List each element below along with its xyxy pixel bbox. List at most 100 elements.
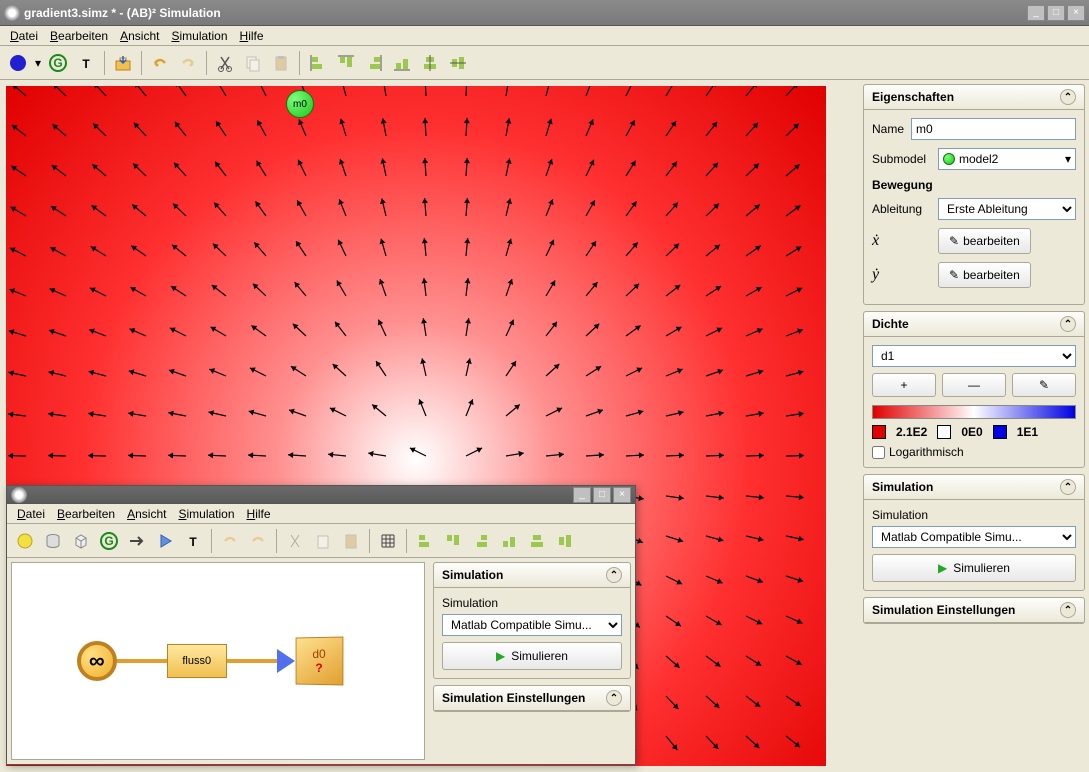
ableitung-select[interactable]: Erste Ableitung xyxy=(938,198,1076,220)
menu-datei[interactable]: Datei xyxy=(4,27,44,45)
fluss-node[interactable]: fluss0 xyxy=(167,644,227,678)
xdot-edit-button[interactable]: ✎bearbeiten xyxy=(938,228,1031,254)
menu-bearbeiten[interactable]: Bearbeiten xyxy=(44,27,114,45)
tool-center-h[interactable] xyxy=(416,49,444,77)
simulation-engine-select[interactable]: Matlab Compatible Simu... xyxy=(872,526,1076,548)
sub-tool-align-3[interactable] xyxy=(467,527,495,555)
sub-menu-hilfe[interactable]: Hilfe xyxy=(241,505,277,523)
density-plus-button[interactable]: + xyxy=(872,373,936,397)
sub-tool-play[interactable] xyxy=(151,527,179,555)
collapse-icon[interactable]: ⌃ xyxy=(1060,602,1076,618)
sub-menu-datei[interactable]: Datei xyxy=(11,505,51,523)
sub-tool-redo[interactable] xyxy=(244,527,272,555)
sub-menu-bearbeiten[interactable]: Bearbeiten xyxy=(51,505,121,523)
svg-text:T: T xyxy=(189,535,197,549)
tool-redo[interactable] xyxy=(174,49,202,77)
sub-tool-paste[interactable] xyxy=(337,527,365,555)
sub-simulation-settings-header: Simulation Einstellungen xyxy=(442,691,585,705)
play-icon: ▶ xyxy=(496,649,505,663)
density-edit-button[interactable]: ✎ xyxy=(1012,373,1076,397)
svg-text:T: T xyxy=(82,57,90,71)
sub-tool-undo[interactable] xyxy=(216,527,244,555)
sub-tool-copy[interactable] xyxy=(309,527,337,555)
model-dot-icon xyxy=(943,153,955,165)
collapse-icon[interactable]: ⌃ xyxy=(606,567,622,583)
sub-tool-align-2[interactable] xyxy=(439,527,467,555)
sub-tool-cube[interactable] xyxy=(67,527,95,555)
sub-menu-ansicht[interactable]: Ansicht xyxy=(121,505,172,523)
tool-circle-blue[interactable] xyxy=(4,49,32,77)
side-panel: Eigenschaften ⌃ Name Submodel model2 ▾ B… xyxy=(859,80,1089,772)
app-icon xyxy=(11,487,27,503)
d0-node[interactable]: d0 ? xyxy=(295,636,343,685)
dropdown-icon: ▾ xyxy=(1065,152,1071,166)
model-canvas[interactable]: ∞ fluss0 d0 ? xyxy=(11,562,425,760)
log-checkbox-row[interactable]: Logarithmisch xyxy=(872,445,1076,459)
tool-text[interactable]: T xyxy=(72,49,100,77)
sub-tool-circle[interactable] xyxy=(11,527,39,555)
density-minus-button[interactable]: — xyxy=(942,373,1006,397)
tool-center-v[interactable] xyxy=(444,49,472,77)
collapse-icon[interactable]: ⌃ xyxy=(606,690,622,706)
density-header: Dichte xyxy=(872,317,909,331)
sub-simulation-engine-select[interactable]: Matlab Compatible Simu... xyxy=(442,614,622,636)
sub-tool-arrow[interactable] xyxy=(123,527,151,555)
simulation-section: Simulation ⌃ Simulation Matlab Compatibl… xyxy=(863,474,1085,591)
collapse-icon[interactable]: ⌃ xyxy=(1060,479,1076,495)
submodel-select[interactable]: model2 ▾ xyxy=(938,148,1076,170)
legend-swatch-white xyxy=(937,425,951,439)
sub-tool-cut[interactable] xyxy=(281,527,309,555)
sub-simulate-button[interactable]: ▶ Simulieren xyxy=(442,642,622,670)
properties-section: Eigenschaften ⌃ Name Submodel model2 ▾ B… xyxy=(863,84,1085,305)
submodel-label: Submodel xyxy=(872,152,932,166)
sub-tool-text[interactable]: T xyxy=(179,527,207,555)
main-toolbar: ▾ G T xyxy=(0,46,1089,80)
tool-dropdown[interactable]: ▾ xyxy=(32,49,44,77)
minimize-button[interactable]: _ xyxy=(1027,5,1045,21)
tool-align-left[interactable] xyxy=(304,49,332,77)
maximize-button[interactable]: □ xyxy=(1047,5,1065,21)
simulation-settings-header: Simulation Einstellungen xyxy=(872,603,1015,617)
sub-tool-align-4[interactable] xyxy=(495,527,523,555)
sub-close-button[interactable]: × xyxy=(613,487,631,503)
sub-menu-simulation[interactable]: Simulation xyxy=(172,505,240,523)
tool-open[interactable] xyxy=(109,49,137,77)
sub-maximize-button[interactable]: □ xyxy=(593,487,611,503)
sub-tool-g[interactable]: G xyxy=(95,527,123,555)
sub-tool-align-1[interactable] xyxy=(411,527,439,555)
menu-simulation[interactable]: Simulation xyxy=(165,27,233,45)
sub-minimize-button[interactable]: _ xyxy=(573,487,591,503)
simulate-button[interactable]: ▶ Simulieren xyxy=(872,554,1076,582)
collapse-icon[interactable]: ⌃ xyxy=(1060,89,1076,105)
tool-align-right[interactable] xyxy=(360,49,388,77)
xdot-label: ẋ xyxy=(872,232,932,250)
menu-hilfe[interactable]: Hilfe xyxy=(234,27,270,45)
close-button[interactable]: × xyxy=(1067,5,1085,21)
collapse-icon[interactable]: ⌃ xyxy=(1060,316,1076,332)
sub-tool-grid[interactable] xyxy=(374,527,402,555)
simulation-settings-section: Simulation Einstellungen ⌃ xyxy=(863,597,1085,624)
menu-ansicht[interactable]: Ansicht xyxy=(114,27,165,45)
density-legend: 2.1E2 0E0 1E1 xyxy=(872,425,1076,439)
infinity-node[interactable]: ∞ xyxy=(77,641,117,681)
tool-g[interactable]: G xyxy=(44,49,72,77)
legend-swatch-red xyxy=(872,425,886,439)
log-checkbox[interactable] xyxy=(872,446,885,459)
name-input[interactable] xyxy=(911,118,1076,140)
m0-node[interactable]: m0 xyxy=(286,90,314,118)
density-select[interactable]: d1 xyxy=(872,345,1076,367)
pencil-icon: ✎ xyxy=(949,268,959,282)
tool-cut[interactable] xyxy=(211,49,239,77)
sub-tool-cylinder[interactable] xyxy=(39,527,67,555)
main-menubar: Datei Bearbeiten Ansicht Simulation Hilf… xyxy=(0,26,1089,46)
sub-tool-align-6[interactable] xyxy=(551,527,579,555)
gradient-bar xyxy=(872,405,1076,419)
sub-window: _ □ × Datei Bearbeiten Ansicht Simulatio… xyxy=(6,485,636,765)
tool-align-top[interactable] xyxy=(332,49,360,77)
tool-copy[interactable] xyxy=(239,49,267,77)
tool-undo[interactable] xyxy=(146,49,174,77)
sub-tool-align-5[interactable] xyxy=(523,527,551,555)
ydot-edit-button[interactable]: ✎bearbeiten xyxy=(938,262,1031,288)
tool-align-bottom[interactable] xyxy=(388,49,416,77)
tool-paste[interactable] xyxy=(267,49,295,77)
